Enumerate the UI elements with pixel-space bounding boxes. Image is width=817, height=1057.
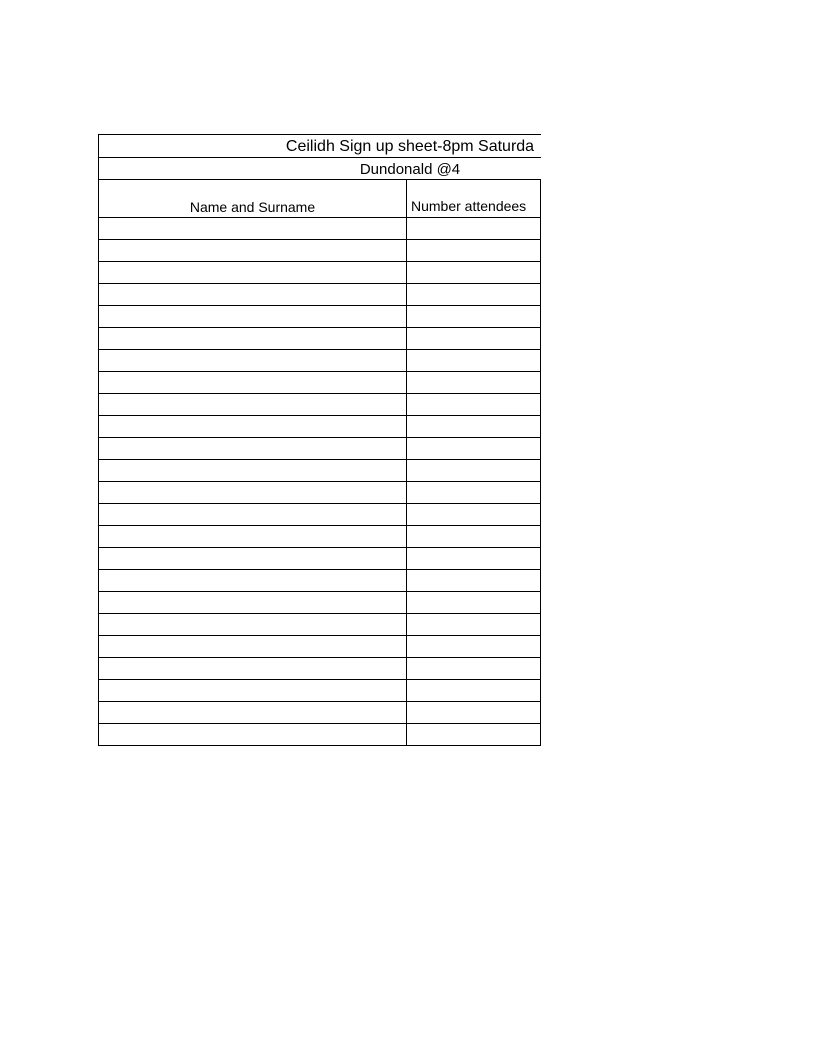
table-row bbox=[99, 658, 541, 680]
table-row bbox=[99, 526, 541, 548]
cell-name bbox=[99, 372, 407, 393]
cell-attendees bbox=[407, 548, 541, 569]
cell-name bbox=[99, 350, 407, 371]
cell-attendees bbox=[407, 680, 541, 701]
cell-attendees bbox=[407, 306, 541, 327]
cell-name bbox=[99, 438, 407, 459]
cell-attendees bbox=[407, 636, 541, 657]
cell-attendees bbox=[407, 284, 541, 305]
cell-attendees bbox=[407, 482, 541, 503]
cell-name bbox=[99, 724, 407, 745]
cell-attendees bbox=[407, 328, 541, 349]
cell-name bbox=[99, 636, 407, 657]
table-row bbox=[99, 438, 541, 460]
table-row bbox=[99, 636, 541, 658]
cell-attendees bbox=[407, 460, 541, 481]
table-row bbox=[99, 350, 541, 372]
cell-name bbox=[99, 262, 407, 283]
cell-name bbox=[99, 658, 407, 679]
cell-attendees bbox=[407, 372, 541, 393]
cell-name bbox=[99, 328, 407, 349]
table-row bbox=[99, 240, 541, 262]
cell-name bbox=[99, 526, 407, 547]
cell-attendees bbox=[407, 724, 541, 745]
cell-attendees bbox=[407, 658, 541, 679]
cell-name bbox=[99, 416, 407, 437]
table-row bbox=[99, 394, 541, 416]
cell-name bbox=[99, 570, 407, 591]
table-header-row: Name and Surname Number attendees bbox=[99, 180, 541, 218]
cell-name bbox=[99, 548, 407, 569]
cell-attendees bbox=[407, 592, 541, 613]
cell-name bbox=[99, 218, 407, 239]
signup-sheet: Ceilidh Sign up sheet-8pm Saturda Dundon… bbox=[98, 134, 541, 746]
column-header-name: Name and Surname bbox=[99, 180, 407, 217]
cell-name bbox=[99, 702, 407, 723]
table-row bbox=[99, 328, 541, 350]
table-row bbox=[99, 218, 541, 240]
cell-attendees bbox=[407, 526, 541, 547]
cell-name bbox=[99, 284, 407, 305]
table-row bbox=[99, 284, 541, 306]
cell-name bbox=[99, 504, 407, 525]
cell-attendees bbox=[407, 218, 541, 239]
cell-attendees bbox=[407, 262, 541, 283]
cell-name bbox=[99, 592, 407, 613]
cell-attendees bbox=[407, 350, 541, 371]
cell-name bbox=[99, 240, 407, 261]
table-row bbox=[99, 724, 541, 746]
sheet-subtitle: Dundonald @4 bbox=[99, 158, 541, 180]
table-row bbox=[99, 592, 541, 614]
cell-name bbox=[99, 680, 407, 701]
cell-name bbox=[99, 394, 407, 415]
cell-attendees bbox=[407, 504, 541, 525]
cell-name bbox=[99, 614, 407, 635]
table-row bbox=[99, 262, 541, 284]
cell-attendees bbox=[407, 416, 541, 437]
table-row bbox=[99, 482, 541, 504]
table-row bbox=[99, 416, 541, 438]
cell-name bbox=[99, 306, 407, 327]
cell-attendees bbox=[407, 438, 541, 459]
cell-attendees bbox=[407, 702, 541, 723]
table-row bbox=[99, 306, 541, 328]
column-header-attendees: Number attendees bbox=[407, 180, 541, 217]
table-row bbox=[99, 460, 541, 482]
table-row bbox=[99, 702, 541, 724]
cell-name bbox=[99, 460, 407, 481]
table-row bbox=[99, 548, 541, 570]
table-row bbox=[99, 680, 541, 702]
table-row bbox=[99, 372, 541, 394]
cell-name bbox=[99, 482, 407, 503]
sheet-title: Ceilidh Sign up sheet-8pm Saturda bbox=[99, 135, 541, 158]
cell-attendees bbox=[407, 570, 541, 591]
table-row bbox=[99, 504, 541, 526]
table-row bbox=[99, 614, 541, 636]
cell-attendees bbox=[407, 240, 541, 261]
table-row bbox=[99, 570, 541, 592]
cell-attendees bbox=[407, 394, 541, 415]
cell-attendees bbox=[407, 614, 541, 635]
